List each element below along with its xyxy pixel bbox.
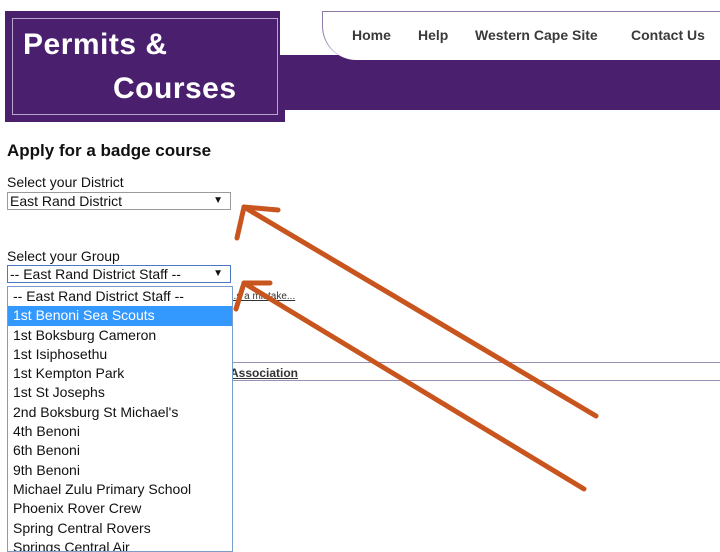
arrow-to-district: [241, 204, 599, 419]
annotation-arrows: [233, 204, 599, 492]
arrow-to-group: [241, 280, 587, 492]
